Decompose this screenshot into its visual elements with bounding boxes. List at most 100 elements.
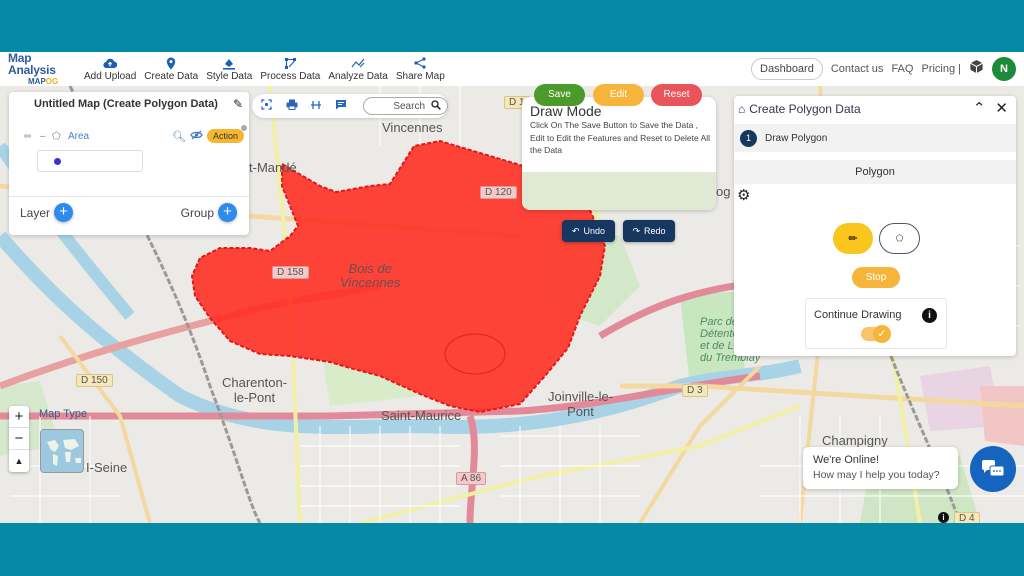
map-type-label: Map Type <box>39 408 88 420</box>
contact-us-link[interactable]: Contact us <box>831 63 884 75</box>
nav-style-data[interactable]: Style Data <box>202 56 256 82</box>
collapse-panel-icon[interactable]: ⌃ <box>973 99 986 117</box>
fullscreen-focus-icon[interactable] <box>260 99 274 113</box>
edit-button[interactable]: Edit <box>593 84 644 106</box>
nav-analyze-data[interactable]: Analyze Data <box>324 56 391 82</box>
zoom-in-button[interactable]: + <box>9 406 29 428</box>
chat-line-2: How may I help you today? <box>813 469 940 481</box>
step-label: Draw Polygon <box>765 132 828 144</box>
layer-label: Layer <box>20 205 51 220</box>
comment-icon[interactable] <box>334 99 348 113</box>
close-icon[interactable]: ✕ <box>995 99 1008 117</box>
map-search-input[interactable]: Search <box>363 97 449 115</box>
road-tag-d158: D 158 <box>272 266 309 279</box>
add-group-button[interactable]: + <box>218 203 237 222</box>
continue-drawing-label: Continue Drawing <box>814 309 902 321</box>
road-tag-d4: D 4 <box>954 512 980 523</box>
nav-share-map[interactable]: Share Map <box>392 56 449 82</box>
place-label-joinville: Joinville-le- Pont <box>548 389 614 419</box>
step-draw-polygon[interactable]: 1 Draw Polygon <box>734 124 1016 152</box>
reset-button[interactable]: Reset <box>651 84 702 106</box>
place-label-seine: I-Seine <box>86 460 128 475</box>
place-label-saint-mande: t-Mandé <box>249 160 297 175</box>
continue-drawing-box: Continue Drawing i ✓ <box>805 298 947 349</box>
map-title: Untitled Map (Create Polygon Data) <box>34 98 218 110</box>
user-avatar[interactable]: N <box>992 57 1016 81</box>
layer-style-swatch[interactable] <box>37 150 143 172</box>
app-header: Map Analysis MAPOG Add Upload Create Dat… <box>0 52 1024 86</box>
place-label-champigny: Champigny <box>822 433 888 448</box>
layer-panel: Untitled Map (Create Polygon Data) ✎ ═ –… <box>9 92 249 235</box>
dashboard-button[interactable]: Dashboard <box>751 58 823 80</box>
road-tag-d120: D 120 <box>480 186 517 199</box>
map-type-switcher[interactable] <box>40 429 84 473</box>
drag-handle-icon[interactable]: ═ <box>24 131 40 142</box>
nav-add-upload[interactable]: Add Upload <box>80 56 140 82</box>
place-label-bois-de-vincennes: Bois de Vincennes <box>340 261 401 291</box>
video-frame-top <box>0 0 1024 52</box>
step-number-badge: 1 <box>740 129 757 147</box>
chat-bubbles-icon <box>982 460 1005 477</box>
create-polygon-panel: ⌂ Create Polygon Data ⌃ ✕ 1 Draw Polygon… <box>734 96 1016 356</box>
place-label-charenton: Charenton-le-Pont <box>222 375 288 405</box>
chat-launcher-button[interactable] <box>970 446 1016 492</box>
info-icon[interactable]: i <box>922 308 937 323</box>
panel-title: Create Polygon Data <box>749 102 861 116</box>
logo[interactable]: Map Analysis MAPOG <box>0 52 80 86</box>
layer-name[interactable]: Area <box>68 131 89 142</box>
search-icon[interactable] <box>431 99 441 113</box>
geometry-type-header: Polygon <box>734 160 1016 184</box>
logo-subtitle: MAPOG <box>28 77 59 86</box>
main-nav: Add Upload Create Data Style Data Proces… <box>80 56 449 82</box>
add-group: Group + <box>181 203 237 222</box>
road-tag-a86: A 86 <box>456 472 487 485</box>
nav-process-data[interactable]: Process Data <box>256 56 324 82</box>
polygon-shape-icon: ⌂ <box>738 102 746 116</box>
cloud-upload-icon <box>103 56 118 70</box>
save-button[interactable]: Save <box>534 84 585 106</box>
redo-icon: ↷ <box>632 225 641 236</box>
paint-bucket-icon <box>222 56 236 70</box>
undo-button[interactable]: ↶ Undo <box>562 220 615 242</box>
continue-drawing-toggle[interactable]: ✓ <box>861 325 891 343</box>
layer-action-button[interactable]: Action <box>206 125 248 143</box>
stop-button[interactable]: Stop <box>852 267 900 288</box>
place-label-saint-maurice: Saint-Maurice <box>381 408 462 423</box>
gear-icon[interactable]: ⚙ <box>737 186 750 204</box>
chat-line-1: We're Online! <box>813 454 880 466</box>
divider <box>9 196 249 197</box>
draw-polygon-tool-button[interactable]: ✏ <box>833 223 873 254</box>
select-polygon-tool-button[interactable]: ⬠ <box>879 223 920 254</box>
edit-title-icon[interactable]: ✎ <box>233 97 243 111</box>
chat-greeting-bubble[interactable]: We're Online! How may I help you today? <box>803 447 958 489</box>
group-label: Group <box>180 205 214 220</box>
road-tag-d3: D 3 <box>682 384 708 397</box>
logo-title: Map Analysis <box>8 51 56 77</box>
attribution-info-icon[interactable]: i <box>938 512 949 523</box>
process-icon <box>283 56 297 70</box>
video-frame-bottom <box>0 523 1024 576</box>
zoom-out-button[interactable]: − <box>9 428 29 450</box>
place-label-vincennes: Vincennes <box>382 120 443 135</box>
pricing-link[interactable]: Pricing | <box>921 63 961 75</box>
add-layer: Layer + <box>20 203 74 222</box>
measure-icon[interactable] <box>310 99 324 113</box>
polygon-layer-icon: ⬠ <box>52 130 61 142</box>
print-icon[interactable] <box>285 99 299 113</box>
redo-button[interactable]: ↷ Redo <box>623 220 675 242</box>
collapse-icon[interactable]: – <box>40 131 52 142</box>
nav-create-data[interactable]: Create Data <box>140 56 202 82</box>
layer-row[interactable]: ═ – ⬠ Area 🔍︎ Action <box>24 125 248 143</box>
draw-mode-panel: Draw Mode Click On The Save Button to Sa… <box>522 97 716 210</box>
map-toolbar: Search <box>252 94 449 118</box>
layer-color-dot <box>54 158 61 165</box>
visibility-off-icon[interactable] <box>190 130 203 143</box>
pencil-icon: ✏ <box>848 233 858 245</box>
zoom-to-layer-icon[interactable]: 🔍︎ <box>172 130 186 143</box>
add-layer-button[interactable]: + <box>54 203 74 222</box>
undo-icon: ↶ <box>571 225 580 236</box>
reset-north-button[interactable]: ▲ <box>9 450 29 472</box>
cube-icon[interactable] <box>969 59 984 79</box>
faq-link[interactable]: FAQ <box>891 63 913 75</box>
draw-mode-actions <box>522 172 716 210</box>
